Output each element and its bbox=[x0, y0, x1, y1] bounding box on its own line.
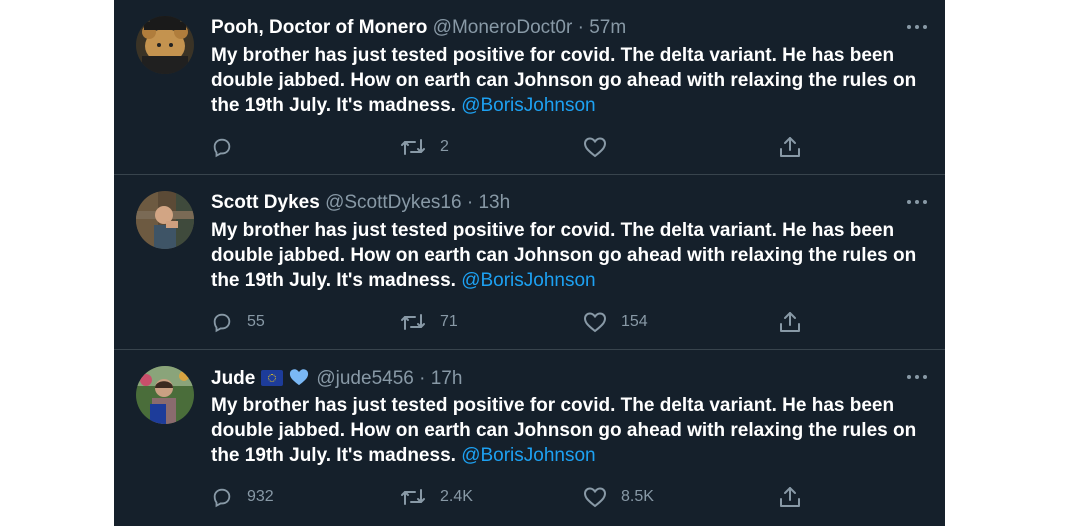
reply-count: 932 bbox=[247, 488, 274, 505]
tweet[interactable]: Scott Dykes @ScottDykes16 · 13h My broth… bbox=[114, 175, 945, 350]
like-count: 154 bbox=[621, 313, 648, 330]
retweet-button[interactable]: 71 bbox=[400, 308, 458, 336]
tweet-text: My brother has just tested positive for … bbox=[211, 43, 921, 118]
eu-flag-icon bbox=[261, 370, 284, 386]
author-handle[interactable]: @ScottDykes16 bbox=[325, 192, 462, 213]
avatar[interactable] bbox=[136, 366, 194, 424]
tweet-header: Scott Dykes @ScottDykes16 · 13h bbox=[211, 192, 510, 214]
blue-heart-icon bbox=[288, 367, 310, 393]
heart-icon bbox=[583, 311, 607, 333]
more-icon[interactable] bbox=[906, 195, 928, 209]
separator: · bbox=[577, 17, 584, 38]
retweet-icon bbox=[400, 136, 426, 158]
timestamp[interactable]: 57m bbox=[589, 17, 626, 38]
tweet-feed: Pooh, Doctor of Monero @MoneroDoct0r · 5… bbox=[114, 0, 945, 526]
author-handle[interactable]: @MoneroDoct0r bbox=[433, 17, 573, 38]
tweet-header: Pooh, Doctor of Monero @MoneroDoct0r · 5… bbox=[211, 17, 626, 39]
tweet-text: My brother has just tested positive for … bbox=[211, 218, 921, 293]
tweet-actions: 55 71 154 bbox=[211, 308, 911, 336]
reply-button[interactable] bbox=[211, 133, 247, 161]
retweet-icon bbox=[400, 311, 426, 333]
tweet[interactable]: Pooh, Doctor of Monero @MoneroDoct0r · 5… bbox=[114, 0, 945, 175]
tweet[interactable]: Jude @jude5456 · 17h My brother has just … bbox=[114, 350, 945, 525]
share-button[interactable] bbox=[778, 308, 802, 336]
heart-icon bbox=[583, 136, 607, 158]
share-icon bbox=[778, 310, 802, 334]
share-icon bbox=[778, 485, 802, 509]
like-button[interactable] bbox=[583, 133, 621, 161]
share-icon bbox=[778, 135, 802, 159]
more-icon[interactable] bbox=[906, 20, 928, 34]
retweet-count: 2 bbox=[440, 138, 449, 155]
tweet-actions: 932 2.4K 8.5K bbox=[211, 483, 911, 511]
share-button[interactable] bbox=[778, 483, 802, 511]
like-button[interactable]: 154 bbox=[583, 308, 648, 336]
retweet-count: 2.4K bbox=[440, 488, 473, 505]
tweet-text: My brother has just tested positive for … bbox=[211, 393, 921, 468]
avatar[interactable] bbox=[136, 16, 194, 74]
tweet-header: Jude @jude5456 · 17h bbox=[211, 367, 462, 393]
reply-button[interactable]: 932 bbox=[211, 483, 274, 511]
heart-icon bbox=[583, 486, 607, 508]
reply-icon bbox=[211, 136, 233, 158]
reply-button[interactable]: 55 bbox=[211, 308, 265, 336]
like-count: 8.5K bbox=[621, 488, 654, 505]
retweet-button[interactable]: 2.4K bbox=[400, 483, 473, 511]
reply-icon bbox=[211, 486, 233, 508]
separator: · bbox=[466, 192, 474, 213]
author-name[interactable]: Pooh, Doctor of Monero bbox=[211, 17, 427, 38]
author-handle[interactable]: @jude5456 bbox=[316, 368, 413, 389]
reply-count: 55 bbox=[247, 313, 265, 330]
tweet-actions: 2 bbox=[211, 133, 911, 161]
avatar[interactable] bbox=[136, 191, 194, 249]
separator: · bbox=[419, 368, 426, 389]
like-button[interactable]: 8.5K bbox=[583, 483, 654, 511]
reply-icon bbox=[211, 311, 233, 333]
retweet-button[interactable]: 2 bbox=[400, 133, 449, 161]
author-name[interactable]: Jude bbox=[211, 368, 255, 389]
mention-link[interactable]: @BorisJohnson bbox=[461, 445, 595, 466]
share-button[interactable] bbox=[778, 133, 802, 161]
more-icon[interactable] bbox=[906, 370, 928, 384]
retweet-icon bbox=[400, 486, 426, 508]
retweet-count: 71 bbox=[440, 313, 458, 330]
mention-link[interactable]: @BorisJohnson bbox=[461, 95, 595, 116]
timestamp[interactable]: 13h bbox=[478, 192, 510, 213]
author-name[interactable]: Scott Dykes bbox=[211, 192, 320, 213]
mention-link[interactable]: @BorisJohnson bbox=[461, 270, 595, 291]
timestamp[interactable]: 17h bbox=[431, 368, 463, 389]
